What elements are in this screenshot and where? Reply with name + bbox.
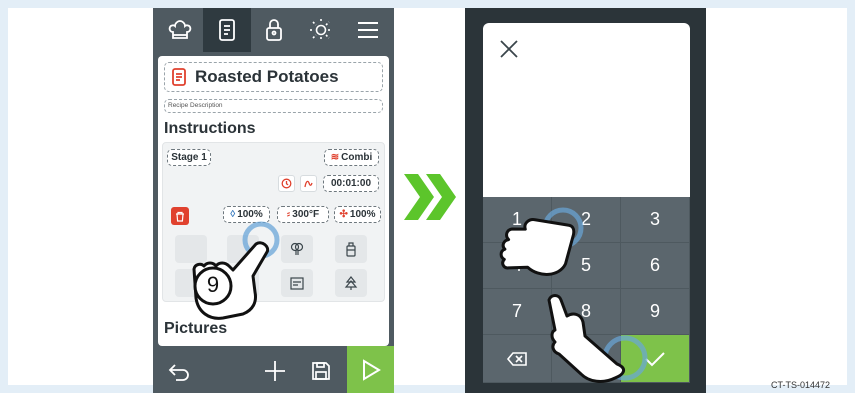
lock-icon[interactable]	[250, 8, 298, 52]
figure-caption: CT-TS-014472	[771, 380, 831, 390]
fan-speed-field[interactable]: ✣ 100%	[334, 206, 381, 223]
backspace-key[interactable]	[483, 335, 552, 383]
top-toolbar	[153, 8, 394, 52]
probe-icon[interactable]	[300, 175, 317, 192]
step-number-badge: 9	[206, 272, 220, 297]
timer-icon[interactable]	[278, 175, 295, 192]
recipe-description-field[interactable]: Recipe Description	[164, 99, 383, 113]
mode-label: Combi	[341, 152, 373, 163]
add-icon[interactable]	[255, 348, 295, 393]
save-icon[interactable]	[301, 348, 341, 393]
double-chevron-arrow-icon	[404, 174, 456, 220]
temperature-field[interactable]: ⸗ 300°F	[277, 206, 329, 223]
numeric-keypad-screen: 1 2 3 4 5 6 7 8 9	[465, 8, 706, 393]
backspace-icon	[506, 351, 527, 366]
recipe-book-icon[interactable]	[203, 8, 251, 52]
tray-icon[interactable]	[281, 269, 313, 297]
back-icon[interactable]	[159, 348, 199, 393]
fan-icon: ✣	[339, 209, 348, 220]
tap-gesture-hand-icon	[192, 221, 280, 320]
key-3[interactable]: 3	[621, 197, 690, 243]
temperature-value: 300°F	[292, 209, 320, 220]
instructions-heading: Instructions	[164, 120, 256, 137]
recipe-editor-screen: Roasted Potatoes Recipe Description Inst…	[153, 8, 394, 393]
stage-label[interactable]: Stage 1	[167, 149, 211, 166]
hamburger-menu-icon[interactable]	[344, 8, 392, 52]
start-button[interactable]	[347, 346, 394, 393]
tree-icon[interactable]	[335, 269, 367, 297]
bottle-icon[interactable]	[335, 235, 367, 263]
key-7[interactable]: 7	[483, 289, 552, 335]
fan-value: 100%	[349, 209, 376, 220]
recipe-title: Roasted Potatoes	[195, 67, 339, 86]
close-icon[interactable]	[499, 39, 519, 59]
combi-steam-icon: ≋	[330, 152, 340, 163]
broccoli-icon[interactable]	[281, 235, 313, 263]
chef-hat-icon[interactable]	[156, 8, 204, 52]
mode-selector[interactable]: ≋ Combi	[324, 149, 379, 166]
recipe-title-field[interactable]: Roasted Potatoes	[164, 62, 383, 92]
tap-key-two-hand-icon	[499, 207, 584, 276]
play-icon	[362, 358, 381, 381]
time-value-field[interactable]: 00:01:00	[323, 175, 379, 192]
thermometer-icon: ⸗	[286, 209, 291, 220]
recipe-icon	[171, 68, 187, 86]
tap-confirm-hand-icon	[547, 294, 648, 383]
brightness-icon[interactable]	[297, 8, 345, 52]
keypad-display	[483, 23, 690, 197]
